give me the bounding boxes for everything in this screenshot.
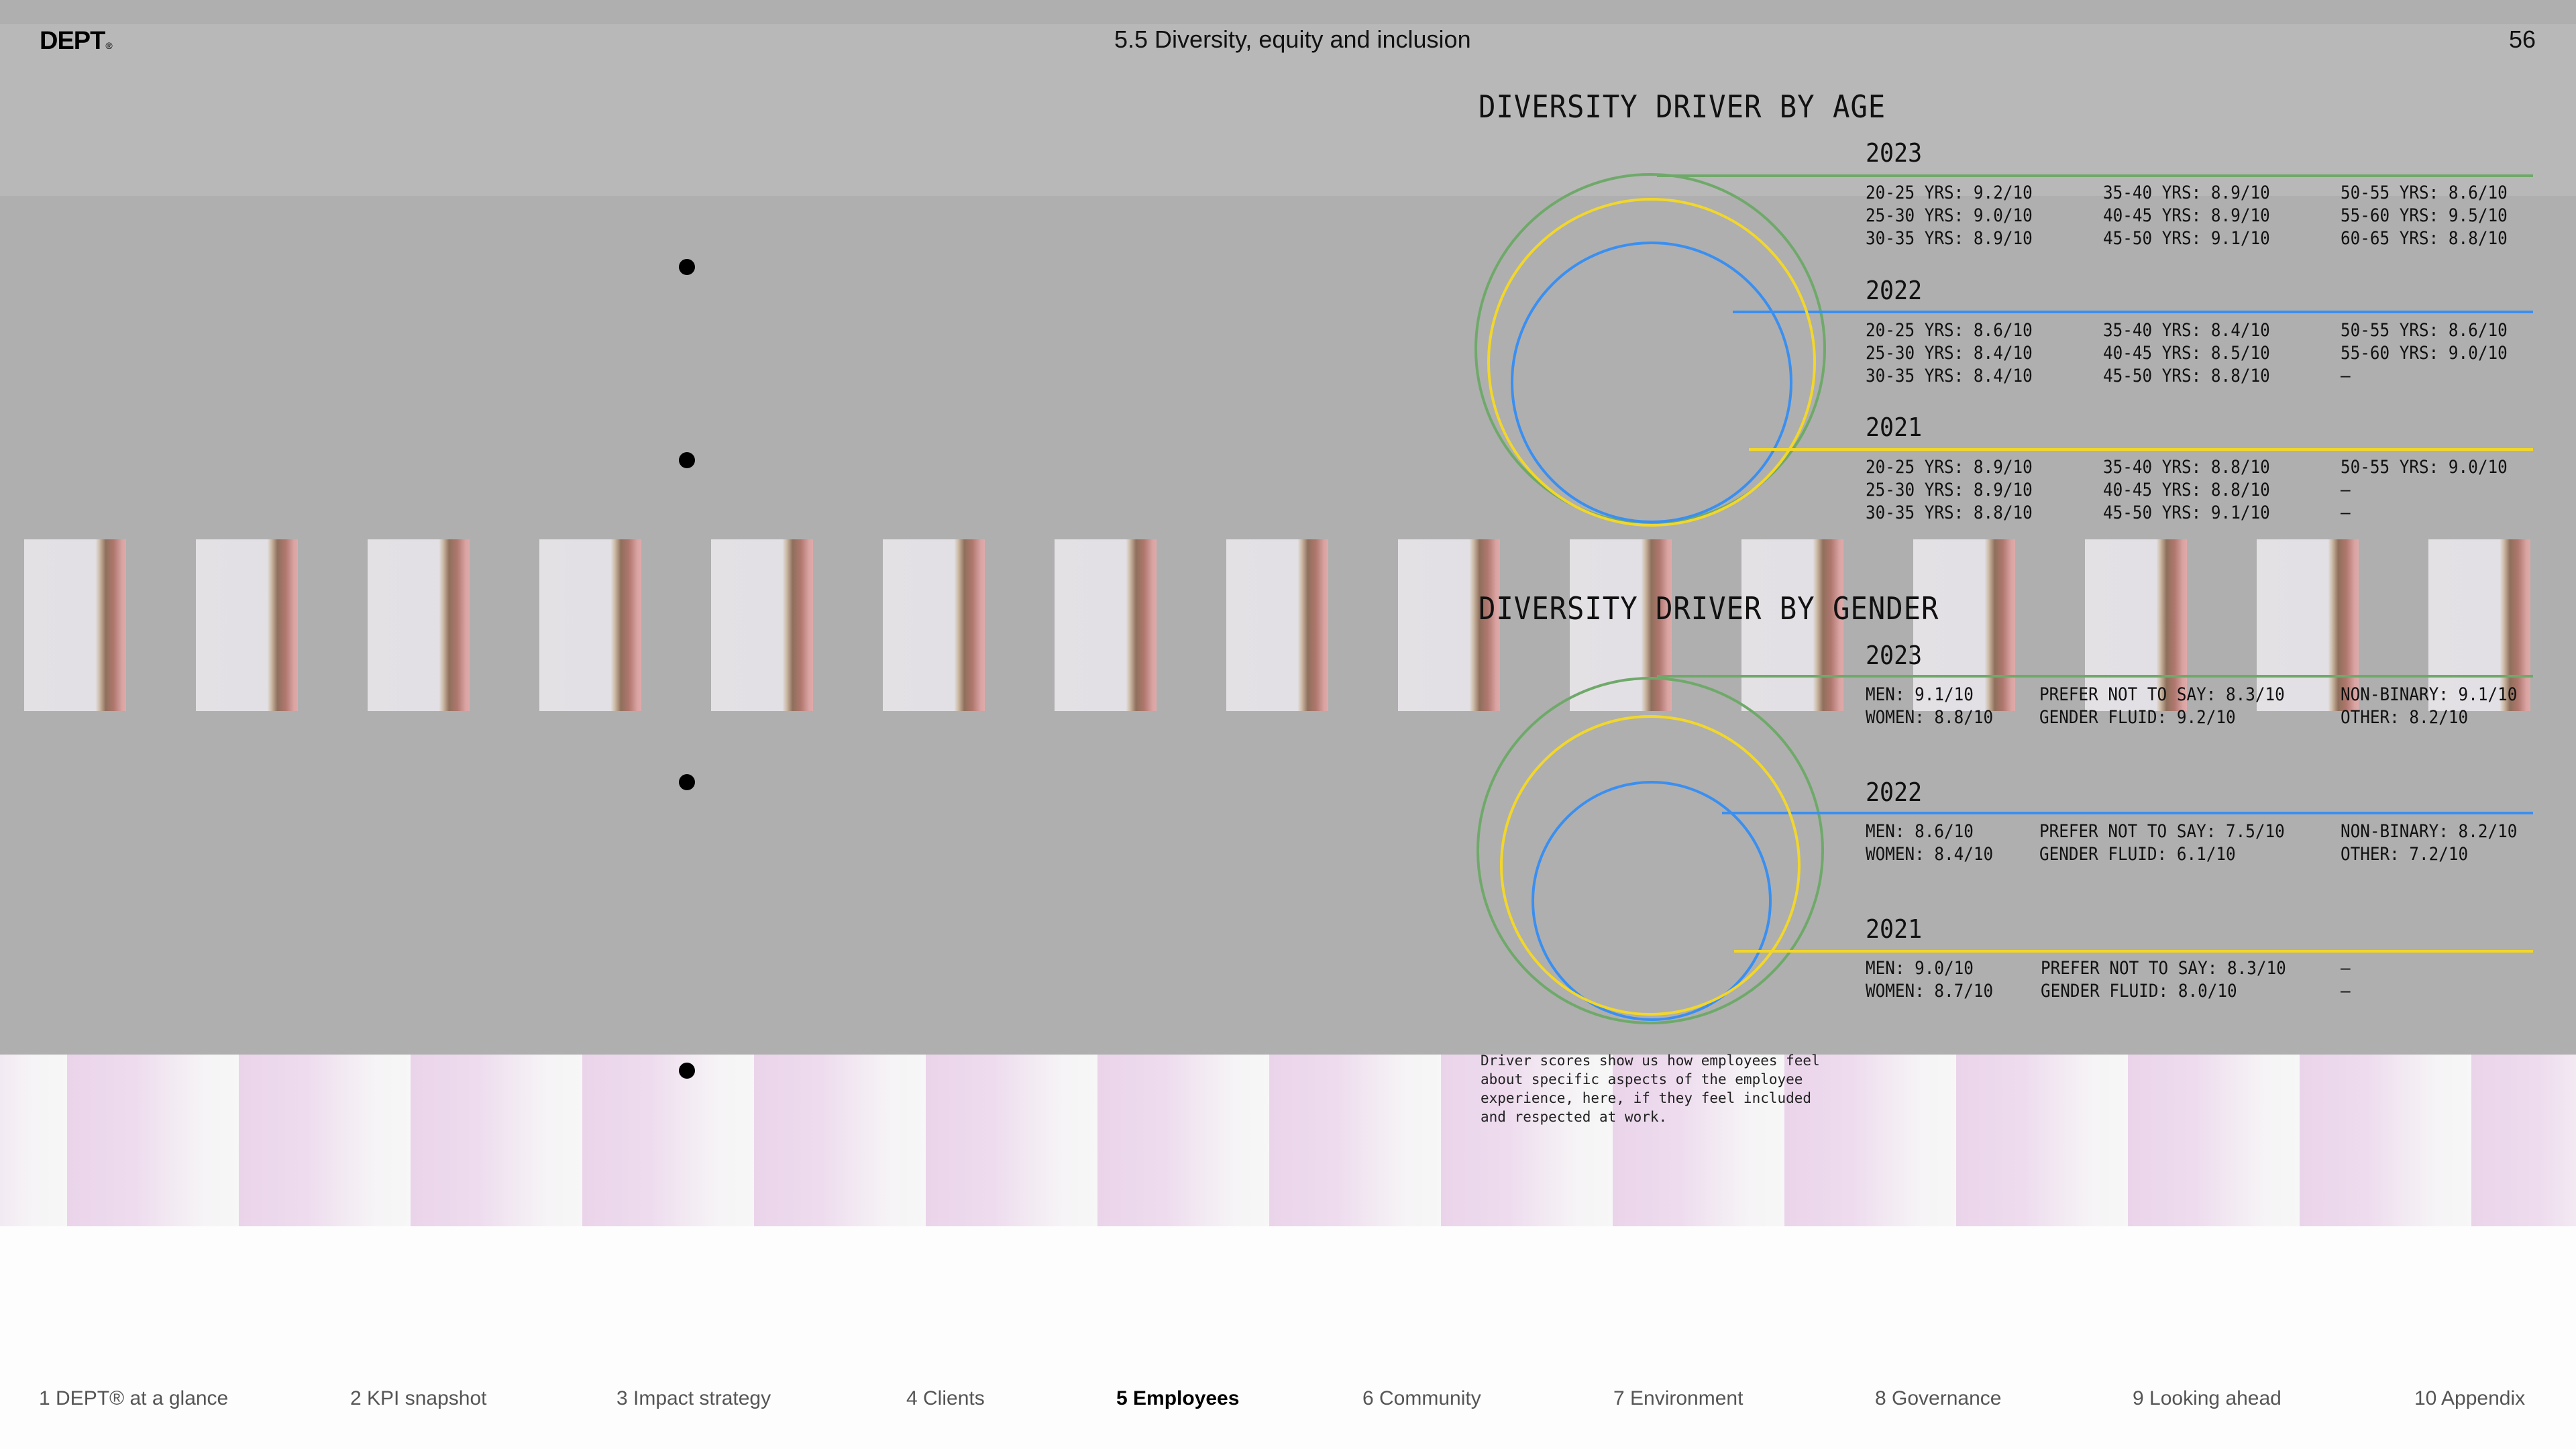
registered-mark: ® bbox=[105, 40, 112, 51]
gender-2021-cell: – bbox=[2341, 981, 2351, 1002]
gender-2022-cell: MEN: 8.6/10 bbox=[1866, 821, 1974, 842]
age-2023-cell: 45-50 YRS: 9.1/10 bbox=[2103, 228, 2270, 249]
age-2022-cell: 45-50 YRS: 8.8/10 bbox=[2103, 366, 2270, 386]
footnote-text: Driver scores show us how employees feel… bbox=[1481, 1053, 1820, 1125]
decorative-card bbox=[1055, 539, 1157, 711]
nav-item-at-a-glance[interactable]: 1 DEPT® at a glance bbox=[39, 1387, 228, 1410]
age-year-2021: 2021 bbox=[1866, 413, 1923, 442]
gender-2023-cell: OTHER: 8.2/10 bbox=[2341, 707, 2469, 728]
age-2021-cell: 40-45 YRS: 8.8/10 bbox=[2103, 480, 2270, 500]
decorative-pink-band bbox=[0, 1055, 2576, 1226]
decorative-card bbox=[883, 539, 985, 711]
dept-logo[interactable]: DEPT® bbox=[40, 27, 113, 56]
decorative-card bbox=[539, 539, 641, 711]
bullet-dot bbox=[679, 452, 695, 468]
age-2021-cell: 20-25 YRS: 8.9/10 bbox=[1866, 457, 2033, 478]
nav-item-clients[interactable]: 4 Clients bbox=[906, 1387, 985, 1410]
decorative-pink-stripe bbox=[2128, 1055, 2300, 1226]
age-2022-cell: 20-25 YRS: 8.6/10 bbox=[1866, 320, 2033, 341]
gender-2023-cell: GENDER FLUID: 9.2/10 bbox=[2039, 707, 2236, 728]
age-2021-cell: 30-35 YRS: 8.8/10 bbox=[1866, 502, 2033, 523]
gender-2023-cell: MEN: 9.1/10 bbox=[1866, 684, 1974, 705]
gender-year-2023: 2023 bbox=[1866, 641, 1923, 670]
bullet-dot bbox=[679, 1063, 695, 1079]
gender-section-title: DIVERSITY DRIVER BY GENDER bbox=[1479, 590, 1939, 627]
gender-2022-cell: PREFER NOT TO SAY: 7.5/10 bbox=[2039, 821, 2285, 842]
nav-item-appendix[interactable]: 10 Appendix bbox=[2414, 1387, 2525, 1410]
bullet-dot bbox=[679, 774, 695, 790]
gender-2023-cell: NON-BINARY: 9.1/10 bbox=[2341, 684, 2518, 705]
decorative-card bbox=[368, 539, 470, 711]
age-2022-cell: 55-60 YRS: 9.0/10 bbox=[2341, 343, 2508, 364]
decorative-pink-stripe bbox=[2300, 1055, 2471, 1226]
gender-2022-cell: OTHER: 7.2/10 bbox=[2341, 844, 2469, 865]
age-2023-cell: 25-30 YRS: 9.0/10 bbox=[1866, 205, 2033, 226]
age-year-2023: 2023 bbox=[1866, 138, 1923, 168]
gender-2021-cell: – bbox=[2341, 958, 2351, 979]
decorative-card bbox=[1226, 539, 1328, 711]
footer-area bbox=[0, 1226, 2576, 1449]
nav-item-governance[interactable]: 8 Governance bbox=[1875, 1387, 2001, 1410]
nav-item-environment[interactable]: 7 Environment bbox=[1613, 1387, 1743, 1410]
decorative-card bbox=[196, 539, 298, 711]
nav-item-community[interactable]: 6 Community bbox=[1362, 1387, 1481, 1410]
age-2021-cell: 45-50 YRS: 9.1/10 bbox=[2103, 502, 2270, 523]
age-2021-cell: – bbox=[2341, 502, 2351, 523]
nav-item-kpi-snapshot[interactable]: 2 KPI snapshot bbox=[350, 1387, 486, 1410]
page-number: 56 bbox=[2508, 25, 2536, 53]
bullet-dot bbox=[679, 259, 695, 275]
page-title: 5.5 Diversity, equity and inclusion bbox=[1114, 25, 1471, 53]
nav-item-looking-ahead[interactable]: 9 Looking ahead bbox=[2133, 1387, 2282, 1410]
section-navigation: 1 DEPT® at a glance 2 KPI snapshot 3 Imp… bbox=[0, 1387, 2576, 1414]
age-2023-cell: 20-25 YRS: 9.2/10 bbox=[1866, 182, 2033, 203]
decorative-pink-stripe bbox=[1269, 1055, 1441, 1226]
age-2023-cell: 55-60 YRS: 9.5/10 bbox=[2341, 205, 2508, 226]
nav-item-employees[interactable]: 5 Employees bbox=[1116, 1387, 1239, 1410]
age-2022-cell: 50-55 YRS: 8.6/10 bbox=[2341, 320, 2508, 341]
age-2022-cell: 25-30 YRS: 8.4/10 bbox=[1866, 343, 2033, 364]
logo-text: DEPT bbox=[40, 27, 105, 55]
gender-year-2022: 2022 bbox=[1866, 777, 1923, 807]
age-2022-cell: – bbox=[2341, 366, 2351, 386]
gender-2023-cell: WOMEN: 8.8/10 bbox=[1866, 707, 1994, 728]
gender-2022-cell: GENDER FLUID: 6.1/10 bbox=[2039, 844, 2236, 865]
decorative-pink-stripe bbox=[754, 1055, 926, 1226]
age-2023-cell: 60-65 YRS: 8.8/10 bbox=[2341, 228, 2508, 249]
nav-item-impact-strategy[interactable]: 3 Impact strategy bbox=[616, 1387, 771, 1410]
decorative-card bbox=[24, 539, 126, 711]
gender-2021-cell: MEN: 9.0/10 bbox=[1866, 958, 1974, 979]
decorative-pink-stripe bbox=[0, 1055, 67, 1226]
age-section-title: DIVERSITY DRIVER BY AGE bbox=[1479, 89, 1886, 125]
age-2021-cell: 35-40 YRS: 8.8/10 bbox=[2103, 457, 2270, 478]
decorative-pink-stripe bbox=[2471, 1055, 2576, 1226]
age-2022-cell: 40-45 YRS: 8.5/10 bbox=[2103, 343, 2270, 364]
age-2021-cell: 50-55 YRS: 9.0/10 bbox=[2341, 457, 2508, 478]
decorative-pink-stripe bbox=[239, 1055, 411, 1226]
gender-2022-cell: NON-BINARY: 8.2/10 bbox=[2341, 821, 2518, 842]
gender-2021-cell: GENDER FLUID: 8.0/10 bbox=[2041, 981, 2237, 1002]
gender-2021-cell: WOMEN: 8.7/10 bbox=[1866, 981, 1994, 1002]
age-2021-cell: 25-30 YRS: 8.9/10 bbox=[1866, 480, 2033, 500]
gender-2023-cell: PREFER NOT TO SAY: 8.3/10 bbox=[2039, 684, 2285, 705]
decorative-pink-stripe bbox=[1956, 1055, 2128, 1226]
age-2023-cell: 35-40 YRS: 8.9/10 bbox=[2103, 182, 2270, 203]
decorative-pink-stripe bbox=[67, 1055, 239, 1226]
age-2022-cell: 30-35 YRS: 8.4/10 bbox=[1866, 366, 2033, 386]
top-strip bbox=[0, 0, 2576, 24]
age-2022-cell: 35-40 YRS: 8.4/10 bbox=[2103, 320, 2270, 341]
age-2021-cell: – bbox=[2341, 480, 2351, 500]
gender-2022-cell: WOMEN: 8.4/10 bbox=[1866, 844, 1994, 865]
decorative-pink-stripe bbox=[926, 1055, 1097, 1226]
age-year-2022: 2022 bbox=[1866, 276, 1923, 305]
age-2023-cell: 50-55 YRS: 8.6/10 bbox=[2341, 182, 2508, 203]
gender-year-2021: 2021 bbox=[1866, 914, 1923, 944]
gender-2021-cell: PREFER NOT TO SAY: 8.3/10 bbox=[2041, 958, 2286, 979]
decorative-card bbox=[711, 539, 813, 711]
age-2023-cell: 30-35 YRS: 8.9/10 bbox=[1866, 228, 2033, 249]
decorative-pink-stripe bbox=[411, 1055, 582, 1226]
decorative-pink-stripe bbox=[1097, 1055, 1269, 1226]
age-2023-cell: 40-45 YRS: 8.9/10 bbox=[2103, 205, 2270, 226]
decorative-pink-stripe bbox=[582, 1055, 754, 1226]
